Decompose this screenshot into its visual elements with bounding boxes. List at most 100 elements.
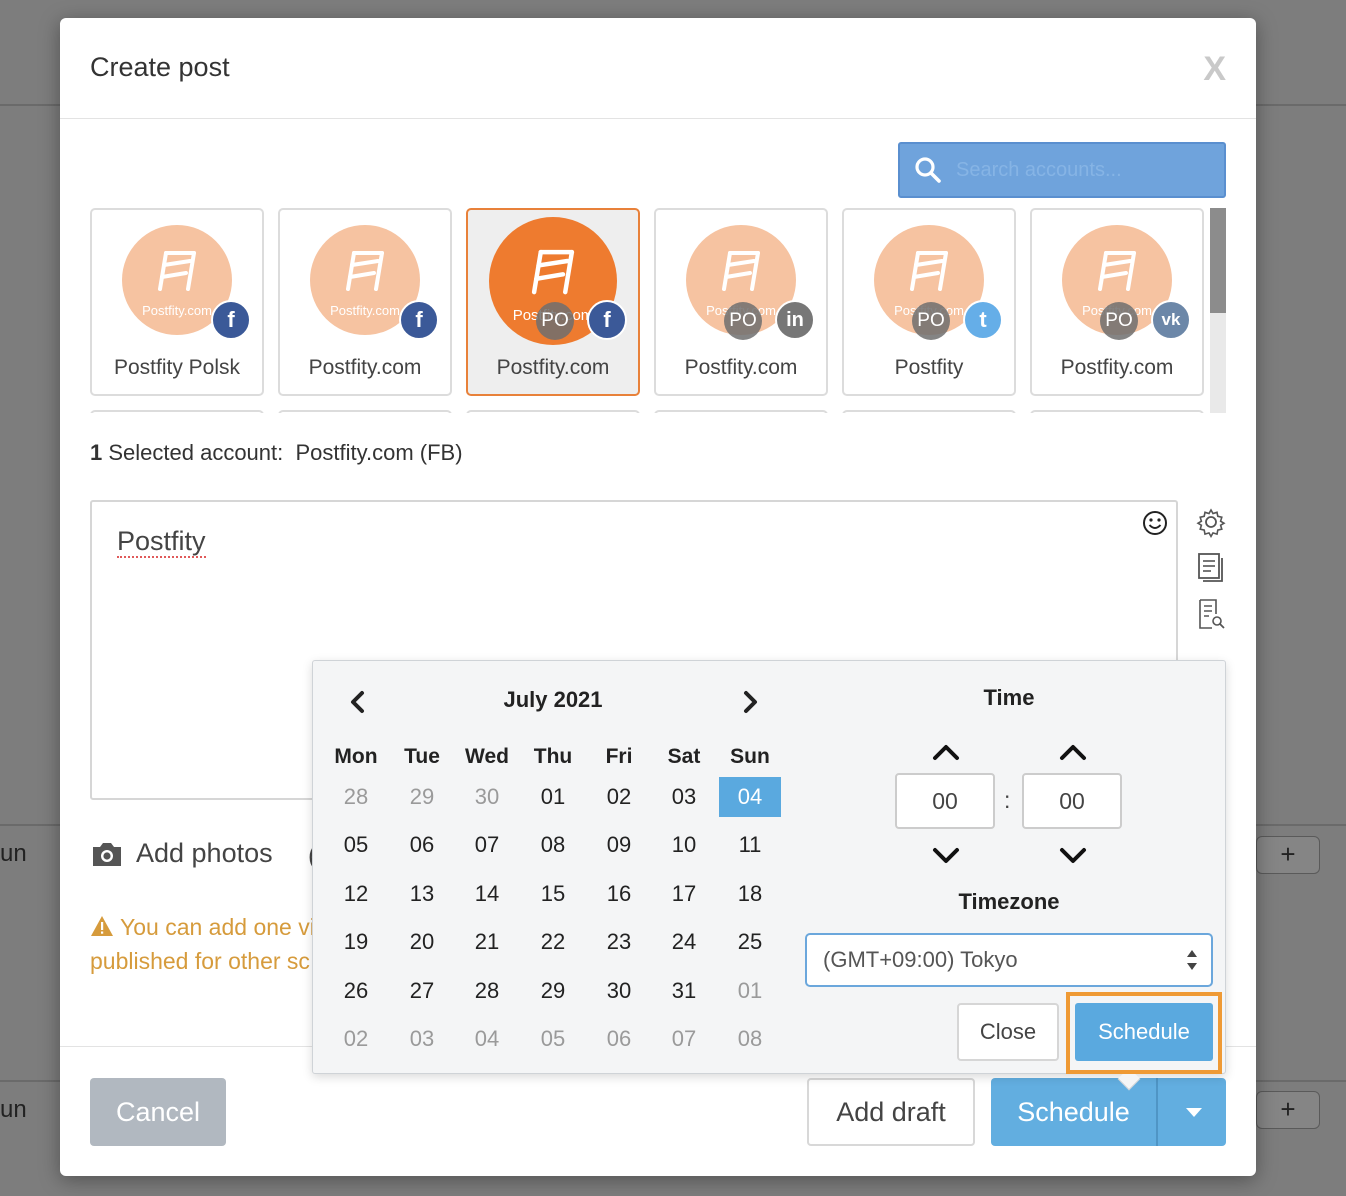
calendar-month-label[interactable]: July 2021 <box>423 687 683 713</box>
calendar-day[interactable]: 05 <box>522 1019 584 1059</box>
minutes-up-icon[interactable] <box>1058 741 1088 763</box>
weekday-header: Tue <box>404 745 440 768</box>
background-divider <box>0 104 60 106</box>
weekday-header: Wed <box>465 745 509 768</box>
calendar-day[interactable]: 20 <box>391 922 453 962</box>
next-month-icon[interactable] <box>735 687 765 717</box>
calendar-day[interactable]: 29 <box>522 971 584 1011</box>
account-card[interactable]: Postfity.comPOfPostfity.com <box>466 208 640 396</box>
calendar-day[interactable]: 09 <box>588 825 650 865</box>
background-day-label: un <box>0 1096 27 1123</box>
calendar-day[interactable]: 08 <box>719 1019 781 1059</box>
account-card-next-row[interactable] <box>466 410 640 413</box>
weekday-header: Fri <box>605 745 633 768</box>
background-add-button[interactable]: + <box>1256 836 1320 874</box>
account-card[interactable]: Postfity.comPOvkPostfity.com <box>1030 208 1204 396</box>
post-text[interactable]: Postfity <box>117 526 206 558</box>
calendar-day[interactable]: 31 <box>653 971 715 1011</box>
account-card[interactable]: Postfity.comPOtPostfity <box>842 208 1016 396</box>
close-icon[interactable]: X <box>1203 50 1226 89</box>
add-draft-button[interactable]: Add draft <box>807 1078 975 1146</box>
calendar-day[interactable]: 02 <box>588 777 650 817</box>
schedule-options-button[interactable] <box>1156 1078 1226 1146</box>
calendar-day[interactable]: 10 <box>653 825 715 865</box>
calendar-day[interactable]: 01 <box>719 971 781 1011</box>
timezone-select[interactable]: (GMT+09:00) Tokyo <box>805 933 1213 987</box>
calendar-day[interactable]: 06 <box>391 825 453 865</box>
calendar-day[interactable]: 07 <box>653 1019 715 1059</box>
previous-month-icon[interactable] <box>343 687 373 717</box>
calendar-day[interactable]: 13 <box>391 874 453 914</box>
account-card-next-row[interactable] <box>654 410 828 413</box>
hours-down-icon[interactable] <box>931 845 961 867</box>
account-search[interactable] <box>898 142 1226 198</box>
calendar-day[interactable]: 12 <box>325 874 387 914</box>
calendar-day[interactable]: 30 <box>588 971 650 1011</box>
picker-schedule-button[interactable]: Schedule <box>1075 1003 1213 1061</box>
facebook-icon: f <box>587 300 627 340</box>
calendar-day[interactable]: 26 <box>325 971 387 1011</box>
calendar-day[interactable]: 25 <box>719 922 781 962</box>
gear-icon[interactable] <box>1196 506 1226 538</box>
picker-close-button[interactable]: Close <box>957 1003 1059 1061</box>
calendar-day[interactable]: 22 <box>522 922 584 962</box>
timezone-title: Timezone <box>958 889 1060 914</box>
account-initials-badge: PO <box>724 302 762 340</box>
account-card-next-row[interactable] <box>842 410 1016 413</box>
calendar-day[interactable]: 03 <box>391 1019 453 1059</box>
calendar-day[interactable]: 19 <box>325 922 387 962</box>
calendar-day[interactable]: 05 <box>325 825 387 865</box>
account-card-next-row[interactable] <box>1030 410 1204 413</box>
account-card[interactable]: Postfity.comPOinPostfity.com <box>654 208 828 396</box>
calendar-day[interactable]: 27 <box>391 971 453 1011</box>
account-list-scrollbar[interactable] <box>1210 208 1226 413</box>
add-photos-button[interactable]: Add photos <box>90 838 273 869</box>
preview-icon[interactable] <box>1196 598 1226 630</box>
scrollbar-thumb[interactable] <box>1210 208 1226 313</box>
calendar-day[interactable]: 14 <box>456 874 518 914</box>
calendar-day[interactable]: 24 <box>653 922 715 962</box>
calendar-day[interactable]: 29 <box>391 777 453 817</box>
account-card[interactable]: Postfity.com f Postfity.com <box>278 208 452 396</box>
video-warning: You can add one vi published for other s… <box>90 910 320 978</box>
calendar-day[interactable]: 30 <box>456 777 518 817</box>
calendar-day[interactable]: 02 <box>325 1019 387 1059</box>
background-add-button[interactable]: + <box>1256 1091 1320 1129</box>
search-input[interactable] <box>956 152 1216 188</box>
cancel-button[interactable]: Cancel <box>90 1078 226 1146</box>
hours-up-icon[interactable] <box>931 741 961 763</box>
calendar-day[interactable]: 11 <box>719 825 781 865</box>
modal-header: Create post X <box>60 18 1256 119</box>
drafts-icon[interactable] <box>1196 552 1226 584</box>
selected-account-name: Postfity.com (FB) <box>295 440 463 465</box>
calendar-day[interactable]: 08 <box>522 825 584 865</box>
calendar-day[interactable]: 18 <box>719 874 781 914</box>
calendar-day[interactable]: 15 <box>522 874 584 914</box>
calendar-day[interactable]: 28 <box>325 777 387 817</box>
calendar-day[interactable]: 03 <box>653 777 715 817</box>
account-initials-badge: PO <box>912 302 950 340</box>
account-card[interactable]: Postfity.com f Postfity Polsk <box>90 208 264 396</box>
hours-input[interactable]: 00 <box>895 773 995 829</box>
calendar-day-selected[interactable]: 04 <box>719 777 781 817</box>
calendar-day[interactable]: 21 <box>456 922 518 962</box>
calendar-day[interactable]: 07 <box>456 825 518 865</box>
calendar-day[interactable]: 23 <box>588 922 650 962</box>
calendar-day[interactable]: 01 <box>522 777 584 817</box>
emoji-icon[interactable] <box>1142 510 1168 536</box>
schedule-button[interactable]: Schedule <box>991 1078 1156 1146</box>
vk-icon: vk <box>1151 300 1191 340</box>
account-card-next-row[interactable] <box>278 410 452 413</box>
calendar-day[interactable]: 06 <box>588 1019 650 1059</box>
calendar-day[interactable]: 04 <box>456 1019 518 1059</box>
minutes-input[interactable]: 00 <box>1022 773 1122 829</box>
caret-down-icon <box>1186 1108 1202 1117</box>
account-card-next-row[interactable] <box>90 410 264 413</box>
minutes-down-icon[interactable] <box>1058 845 1088 867</box>
calendar-day[interactable]: 16 <box>588 874 650 914</box>
background-divider <box>0 824 60 826</box>
calendar-day[interactable]: 28 <box>456 971 518 1011</box>
warning-icon <box>91 916 113 936</box>
calendar-day[interactable]: 17 <box>653 874 715 914</box>
selected-count: 1 <box>90 440 103 465</box>
